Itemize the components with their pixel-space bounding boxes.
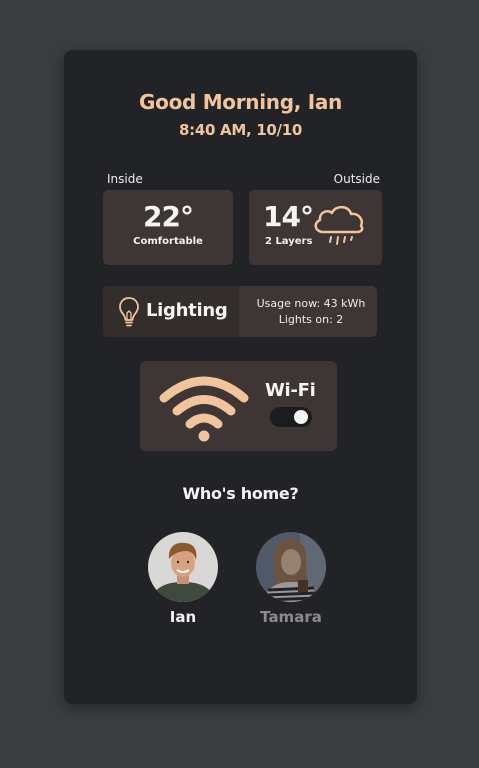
outside-label: Outside bbox=[333, 172, 380, 186]
whos-home-title: Who's home? bbox=[182, 484, 299, 503]
inside-label: Inside bbox=[107, 172, 143, 186]
wifi-card[interactable]: Wi-Fi bbox=[140, 361, 337, 451]
dashboard-panel: Good Morning, Ian 8:40 AM, 10/10 Inside … bbox=[64, 50, 417, 704]
outside-temperature: 14° bbox=[263, 200, 314, 233]
member-name-ian: Ian bbox=[169, 608, 197, 626]
outside-temperature-card[interactable]: 14° 2 Layers bbox=[249, 190, 382, 265]
lighting-label: Lighting bbox=[146, 300, 228, 321]
greeting-title: Good Morning, Ian bbox=[139, 90, 342, 114]
inside-comfort-status: Comfortable bbox=[133, 236, 203, 247]
lights-on-count: Lights on: 2 bbox=[278, 313, 344, 326]
lightbulb-icon bbox=[119, 297, 139, 327]
wifi-toggle-knob bbox=[294, 410, 308, 424]
inside-temperature: 22° bbox=[143, 200, 194, 233]
lighting-card[interactable]: Lighting Usage now: 43 kWh Lights on: 2 bbox=[103, 286, 377, 337]
avatar-tamara-image bbox=[256, 532, 326, 602]
inside-temperature-card[interactable]: 22° Comfortable bbox=[103, 190, 233, 265]
avatar-tamara[interactable] bbox=[256, 532, 326, 602]
wifi-icon bbox=[159, 376, 249, 442]
outside-clothing-advice: 2 Layers bbox=[265, 236, 313, 247]
date-time: 8:40 AM, 10/10 bbox=[178, 121, 302, 139]
energy-usage: Usage now: 43 kWh bbox=[256, 297, 366, 310]
lighting-usage: Usage now: 43 kWh Lights on: 2 bbox=[245, 296, 377, 328]
avatar-ian[interactable] bbox=[148, 532, 218, 602]
wifi-toggle-switch[interactable] bbox=[270, 407, 312, 427]
member-name-tamara: Tamara bbox=[260, 608, 322, 626]
lighting-toggle[interactable]: Lighting bbox=[103, 286, 239, 337]
wifi-label: Wi-Fi bbox=[265, 380, 316, 401]
avatar-ian-image bbox=[148, 532, 218, 602]
cloud-rain-icon bbox=[314, 205, 364, 245]
